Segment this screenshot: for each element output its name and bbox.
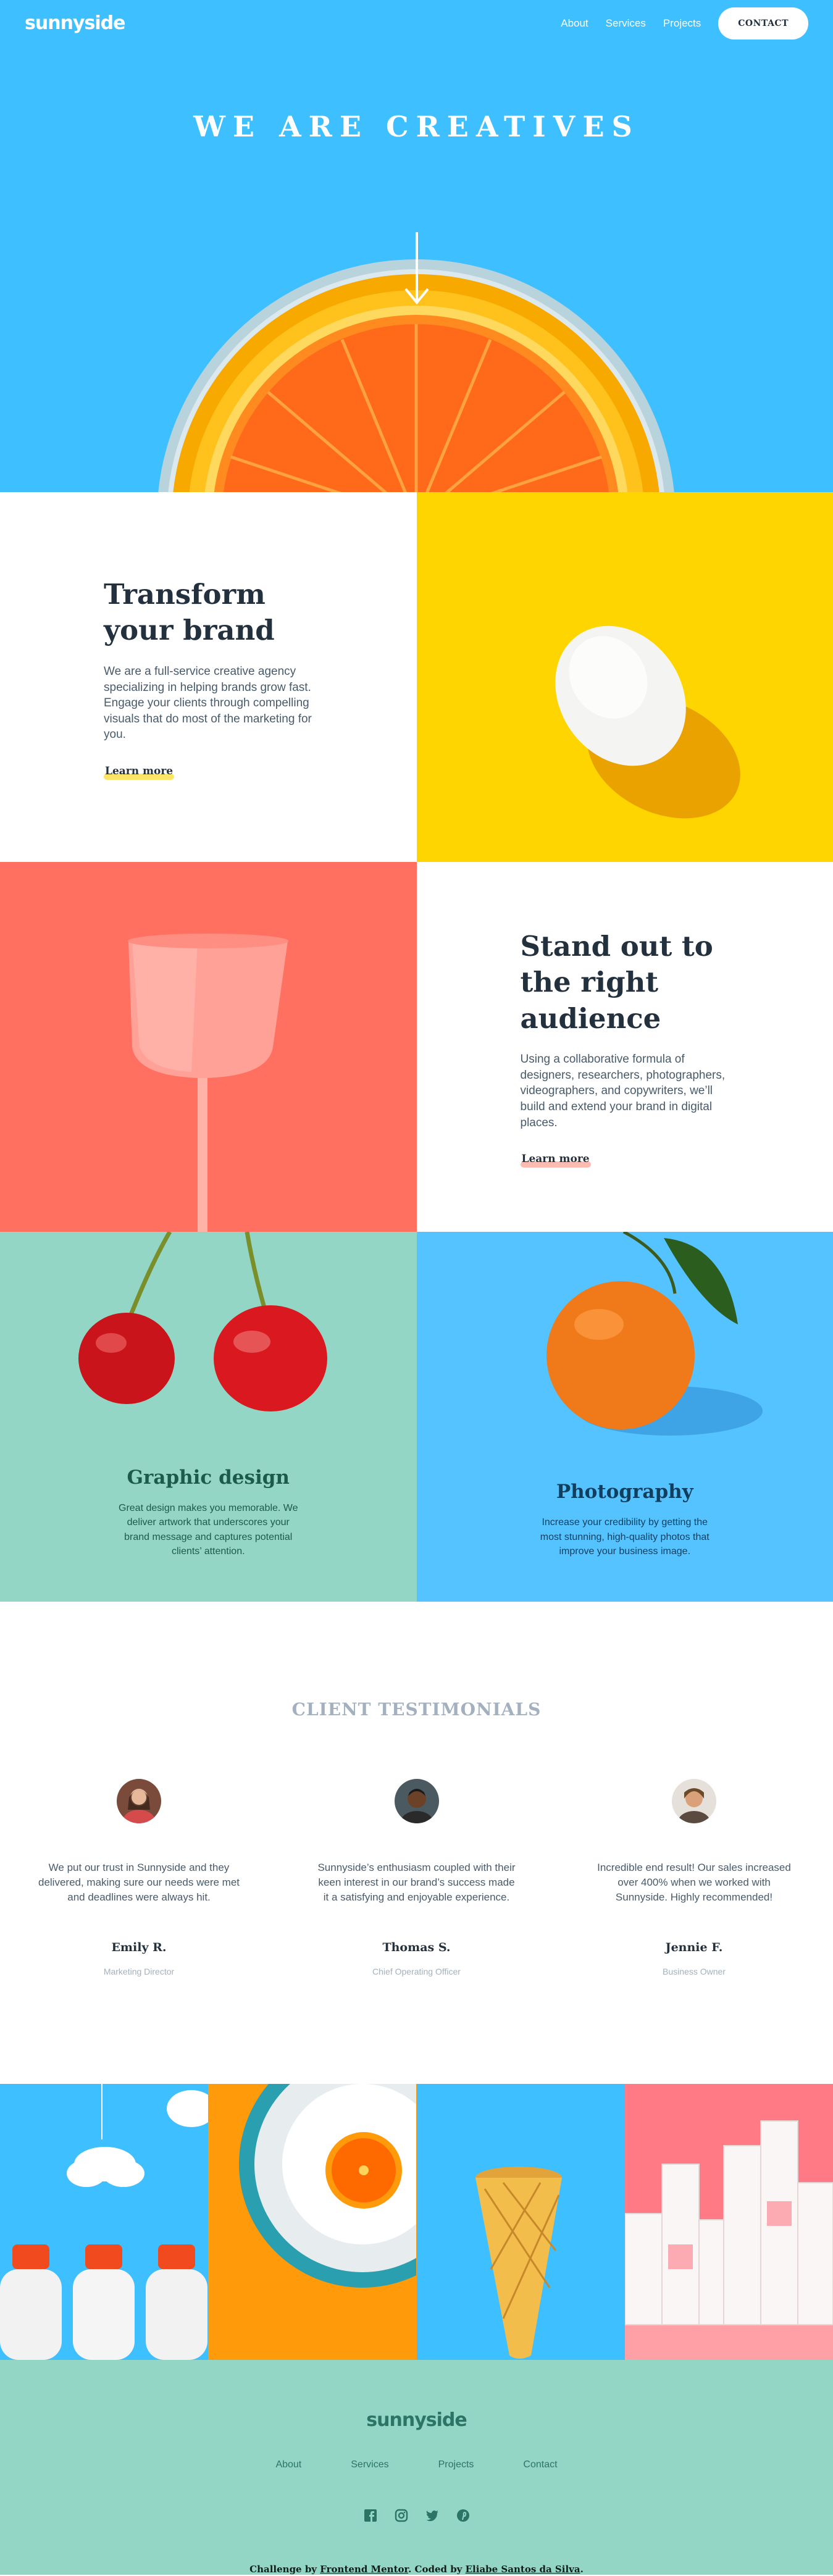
gallery-orange-plate: [208, 2084, 417, 2360]
egg-illustration: [555, 625, 740, 819]
contact-button[interactable]: CONTACT: [718, 7, 808, 40]
site-footer: sunnyside About Services Projects Contac…: [0, 2360, 833, 2575]
attribution-middle: . Coded by: [408, 2564, 466, 2575]
testimonial-role: Business Owner: [663, 1967, 726, 1976]
pinterest-icon[interactable]: [456, 2509, 470, 2522]
testimonial-card: We put our trust in Sunnyside and they d…: [37, 1779, 241, 1976]
feature-row-transform: Transform your brand We are a full-servi…: [0, 492, 833, 862]
feature-row-audience: Stand out to the right audience Using a …: [0, 862, 833, 1232]
site-logo[interactable]: sunnyside: [25, 12, 125, 34]
hero-title: WE ARE CREATIVES: [193, 110, 640, 143]
avatar: [672, 1779, 716, 1823]
feature-description: We are a full-service creative agency sp…: [104, 664, 312, 742]
service-title: Photography: [556, 1481, 693, 1503]
attribution: Challenge by Frontend Mentor. Coded by E…: [0, 2564, 833, 2575]
feature-title: Transform your brand: [104, 577, 275, 647]
footer-nav: About Services Projects Contact: [0, 2459, 833, 2470]
nav-link-about[interactable]: About: [561, 17, 588, 30]
service-graphic-design: Graphic design Great design makes you me…: [0, 1466, 417, 1558]
feature-text-block: Stand out to the right audience Using a …: [417, 862, 833, 1232]
author-link[interactable]: Eliabe Santos da Silva: [466, 2564, 580, 2575]
services-row: Graphic design Great design makes you me…: [0, 1232, 833, 1602]
service-title: Graphic design: [127, 1466, 290, 1489]
arrow-down-icon[interactable]: [404, 232, 429, 306]
learn-more-link[interactable]: Learn more: [520, 1153, 591, 1168]
testimonial-name: Jennie F.: [665, 1941, 723, 1954]
gallery-section: [0, 2084, 833, 2360]
gallery-ice-cream-cone: [416, 2084, 625, 2360]
nav-link-services[interactable]: Services: [606, 17, 646, 30]
twitter-icon[interactable]: [425, 2509, 439, 2522]
avatar: [117, 1779, 161, 1823]
testimonials-heading: CLIENT TESTIMONIALS: [291, 1699, 542, 1720]
footer-logo[interactable]: sunnyside: [0, 2360, 833, 2431]
glass-image: [0, 862, 417, 1232]
service-description: Great design makes you memorable. We del…: [119, 1503, 298, 1557]
gallery-milk-bottles: [0, 2084, 209, 2360]
egg-image: [416, 492, 833, 862]
learn-more-link[interactable]: Learn more: [104, 765, 175, 780]
testimonial-name: Thomas S.: [382, 1941, 451, 1954]
testimonial-quote: We put our trust in Sunnyside and they d…: [38, 1862, 240, 1903]
learn-more-label: Learn more: [521, 1153, 590, 1166]
glass-illustration: [128, 934, 288, 1232]
feature-text-block: Transform your brand We are a full-servi…: [0, 492, 417, 862]
graphic-design-card: Graphic design Great design makes you me…: [0, 1232, 417, 1602]
feature-title: Stand out to the right audience: [520, 929, 713, 1035]
footer-link-services[interactable]: Services: [351, 2459, 388, 2470]
testimonial-quote: Sunnyside’s enthusiasm coupled with thei…: [317, 1862, 516, 1903]
feature-description: Using a collaborative formula of designe…: [520, 1053, 726, 1129]
photography-card: Photography Increase your credibility by…: [416, 1232, 833, 1602]
footer-link-about[interactable]: About: [275, 2459, 301, 2470]
social-links: [0, 2509, 833, 2522]
nav-link-projects[interactable]: Projects: [663, 17, 701, 30]
testimonial-card: Sunnyside’s enthusiasm coupled with thei…: [315, 1779, 519, 1976]
hero-section: sunnyside About Services Projects CONTAC…: [0, 0, 833, 492]
facebook-icon[interactable]: [364, 2509, 377, 2522]
footer-link-projects[interactable]: Projects: [438, 2459, 474, 2470]
testimonials-section: CLIENT TESTIMONIALS We put our trust in …: [0, 1602, 833, 2084]
testimonial-card: Incredible end result! Our sales increas…: [592, 1779, 796, 1976]
testimonial-quote: Incredible end result! Our sales increas…: [597, 1862, 791, 1903]
site-header: sunnyside About Services Projects CONTAC…: [0, 0, 833, 46]
attribution-suffix: .: [580, 2564, 584, 2575]
testimonial-role: Marketing Director: [103, 1967, 175, 1976]
learn-more-label: Learn more: [105, 765, 174, 778]
testimonials-grid: We put our trust in Sunnyside and they d…: [0, 1720, 833, 1976]
footer-link-contact[interactable]: Contact: [523, 2459, 557, 2470]
frontend-mentor-link[interactable]: Frontend Mentor: [320, 2564, 408, 2575]
service-photography: Photography Increase your credibility by…: [417, 1481, 833, 1558]
testimonial-name: Emily R.: [111, 1941, 167, 1954]
service-description: Increase your credibility by getting the…: [540, 1517, 710, 1557]
avatar: [394, 1779, 439, 1823]
main-nav: About Services Projects CONTACT: [561, 7, 808, 40]
attribution-prefix: Challenge by: [249, 2564, 320, 2575]
instagram-icon[interactable]: [395, 2509, 408, 2522]
testimonial-role: Chief Operating Officer: [372, 1967, 461, 1976]
gallery-sugar-cubes: [624, 2084, 833, 2360]
